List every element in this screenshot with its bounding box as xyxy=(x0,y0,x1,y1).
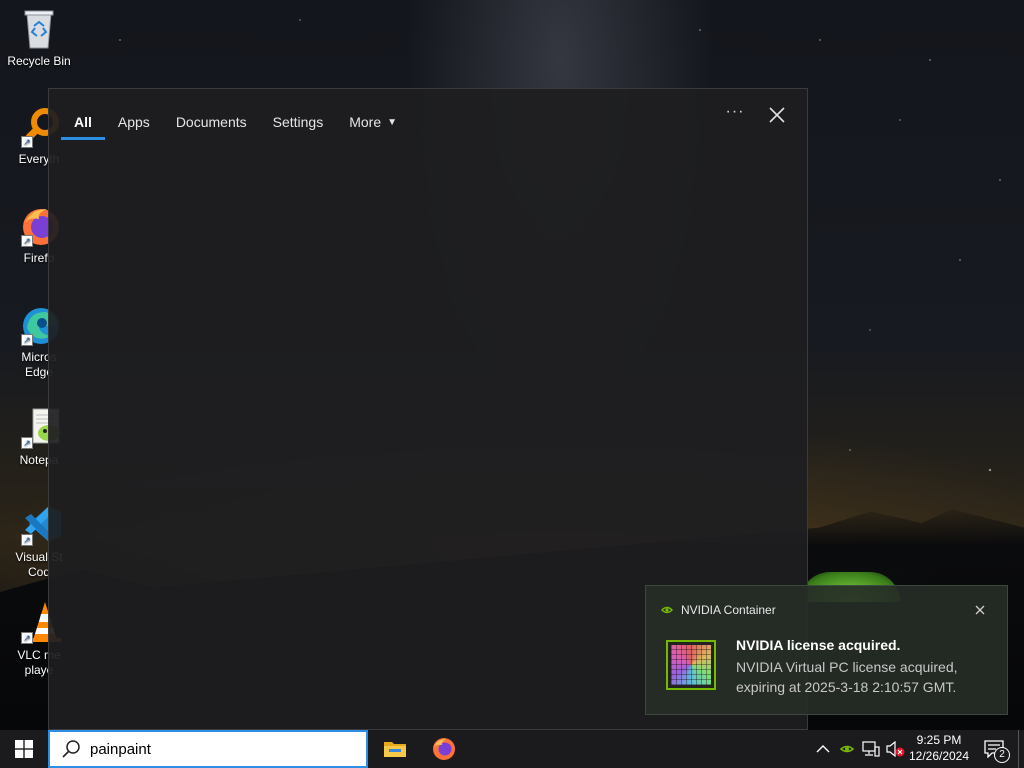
shortcut-arrow-icon: ↗ xyxy=(21,437,33,449)
chevron-up-icon xyxy=(816,745,830,753)
windows-logo-icon xyxy=(15,740,33,758)
close-icon xyxy=(975,605,985,615)
search-filter-tabs: All Apps Documents Settings More ▼ xyxy=(61,105,410,140)
network-icon xyxy=(862,741,880,757)
tab-label: Settings xyxy=(272,114,324,130)
tab-settings[interactable]: Settings xyxy=(260,105,337,139)
desktop-icon-label: Cod xyxy=(27,565,50,579)
tab-label: More xyxy=(349,114,382,130)
toast-app-header: NVIDIA Container xyxy=(661,603,776,617)
tab-label: All xyxy=(74,114,92,130)
tab-all[interactable]: All xyxy=(61,105,105,140)
desktop-icon-recycle-bin[interactable]: Recycle Bin xyxy=(0,6,78,69)
taskbar-app-file-explorer[interactable] xyxy=(371,730,419,768)
close-icon xyxy=(769,107,785,123)
action-center-button[interactable]: 2 xyxy=(978,730,1010,768)
nvidia-logo-icon xyxy=(840,745,854,753)
clock-time: 9:25 PM xyxy=(916,733,962,747)
tab-label: Apps xyxy=(117,114,150,130)
tray-volume[interactable] xyxy=(884,730,906,768)
chevron-down-icon: ▼ xyxy=(387,116,398,128)
start-button[interactable] xyxy=(0,730,48,768)
show-hidden-icons-button[interactable] xyxy=(812,730,834,768)
toast-body: NVIDIA Virtual PC license acquired, expi… xyxy=(736,659,958,695)
toast-title: NVIDIA license acquired. xyxy=(736,637,901,653)
close-button[interactable] xyxy=(765,103,789,127)
tab-apps[interactable]: Apps xyxy=(105,105,163,139)
toast-close-button[interactable] xyxy=(972,602,988,618)
taskbar: 9:25 PM 12/26/2024 2 xyxy=(0,730,1024,768)
tray-nvidia[interactable] xyxy=(836,730,858,768)
notification-toast[interactable]: NVIDIA Container NVIDIA license acquired… xyxy=(645,585,1008,715)
tab-label: Documents xyxy=(175,114,247,130)
shortcut-arrow-icon: ↗ xyxy=(21,534,33,546)
show-desktop-button[interactable] xyxy=(1018,730,1024,768)
shortcut-arrow-icon: ↗ xyxy=(21,334,33,346)
taskbar-search-box[interactable] xyxy=(48,730,368,768)
tab-more[interactable]: More ▼ xyxy=(336,105,410,139)
taskbar-app-firefox[interactable] xyxy=(420,730,468,768)
shortcut-arrow-icon: ↗ xyxy=(21,632,33,644)
firefox-icon xyxy=(433,738,455,760)
nvidia-logo-icon xyxy=(661,606,673,614)
volume-muted-icon xyxy=(886,741,905,757)
toast-app-name: NVIDIA Container xyxy=(681,603,776,617)
shortcut-arrow-icon: ↗ xyxy=(21,235,33,247)
shortcut-arrow-icon: ↗ xyxy=(21,136,33,148)
search-input[interactable] xyxy=(90,734,350,764)
tray-network[interactable] xyxy=(860,730,882,768)
folder-icon xyxy=(384,742,406,757)
clock-date: 12/26/2024 xyxy=(908,749,970,763)
recycle-bin-icon xyxy=(17,6,61,50)
desktop-icon-label: Recycle Bin xyxy=(7,54,71,68)
nvidia-chip-icon xyxy=(666,640,716,690)
tab-documents[interactable]: Documents xyxy=(163,105,260,139)
notification-count-badge: 2 xyxy=(994,747,1010,763)
search-icon xyxy=(62,740,80,758)
taskbar-clock[interactable]: 9:25 PM 12/26/2024 xyxy=(904,732,974,766)
more-options-button[interactable]: ··· xyxy=(721,103,749,127)
